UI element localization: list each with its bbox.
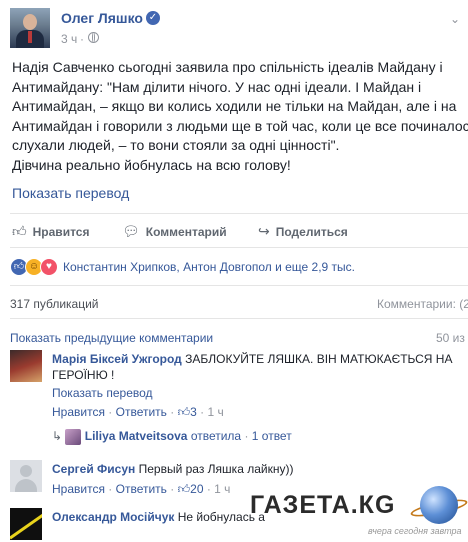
comment: Олександр Мосійчук Не йобнулась а bbox=[52, 509, 272, 525]
comment: Марія Біксей Ужгород ЗАБЛОКУЙТЕ ЛЯШКА. В… bbox=[52, 351, 462, 383]
like-button-label: Нравится bbox=[32, 224, 90, 239]
share-button-label: Поделиться bbox=[275, 224, 348, 239]
divider bbox=[10, 213, 468, 214]
comment-time[interactable]: 1 ч bbox=[214, 482, 230, 496]
separator-dot: · bbox=[80, 32, 84, 46]
commenter-avatar[interactable] bbox=[10, 350, 42, 382]
chevron-down-icon[interactable]: ⌄ bbox=[450, 12, 460, 26]
author-avatar[interactable] bbox=[10, 8, 50, 48]
share-button[interactable]: ↪ Поделиться bbox=[258, 223, 348, 240]
comment-button[interactable]: 💬︎ Комментарий bbox=[122, 223, 227, 240]
comment-like-count[interactable]: 20 bbox=[190, 482, 203, 496]
comment-meta: Нравится · Ответить · 👍︎3 · 1 ч bbox=[52, 405, 224, 419]
love-reaction-icon: ♥ bbox=[40, 258, 58, 276]
comment: Сергей Фисун Первый раз Ляшка лайкну)) bbox=[52, 461, 462, 477]
divider bbox=[10, 247, 468, 248]
speech-bubble-icon: 💬︎ bbox=[122, 223, 140, 239]
verified-checkmark-icon: ✓ bbox=[146, 11, 160, 25]
comment-time[interactable]: 1 ч bbox=[208, 405, 224, 419]
thumbs-up-icon: 👍︎ bbox=[177, 405, 191, 419]
comment-button-label: Комментарий bbox=[145, 224, 227, 239]
reactions-summary[interactable]: Константин Хрипков, Антон Довгопол и еще… bbox=[63, 260, 355, 274]
globe-logo-icon bbox=[420, 486, 458, 524]
comment-like-link[interactable]: Нравится bbox=[52, 482, 105, 496]
comment-translate-link[interactable]: Показать перевод bbox=[52, 386, 153, 400]
show-previous-comments-link[interactable]: Показать предыдущие комментарии bbox=[10, 331, 213, 345]
post-timestamp[interactable]: 3 ч bbox=[61, 32, 77, 46]
divider bbox=[10, 285, 468, 286]
reply-author[interactable]: Liliya Matveitsova bbox=[85, 429, 188, 443]
divider bbox=[10, 318, 468, 319]
post-text: Надія Савченко сьогодні заявила про спіл… bbox=[12, 59, 468, 173]
watermark-tagline: вчера сегодня завтра bbox=[368, 526, 462, 536]
globe-icon[interactable] bbox=[88, 32, 99, 43]
reply-summary[interactable]: ↳ Liliya Matveitsova ответила · 1 ответ bbox=[52, 429, 292, 445]
comments-shown-count: 50 из bbox=[436, 331, 465, 345]
thumbs-up-icon: 👍︎ bbox=[12, 223, 27, 239]
comment-like-count[interactable]: 3 bbox=[190, 405, 197, 419]
comment-text: Первый раз Ляшка лайкну)) bbox=[138, 462, 294, 476]
comment-author[interactable]: Марія Біксей Ужгород bbox=[52, 352, 182, 366]
publications-count[interactable]: 317 публикаций bbox=[10, 297, 99, 311]
comment-like-link[interactable]: Нравится bbox=[52, 405, 105, 419]
comment-meta: Нравится · Ответить · 👍︎20 · 1 ч bbox=[52, 482, 231, 496]
post-author-name[interactable]: Олег Ляшко bbox=[61, 10, 143, 26]
reply-avatar bbox=[65, 429, 82, 445]
show-translation-link[interactable]: Показать перевод bbox=[12, 185, 129, 201]
like-button[interactable]: 👍︎ Нравится bbox=[12, 223, 89, 240]
reply-count[interactable]: 1 ответ bbox=[252, 429, 292, 443]
thumbs-up-icon: 👍︎ bbox=[177, 482, 191, 496]
commenter-avatar[interactable] bbox=[10, 460, 42, 492]
watermark-logo: ГАЗЕТА.КG bbox=[250, 491, 396, 519]
comment-author[interactable]: Сергей Фисун bbox=[52, 462, 135, 476]
comments-count[interactable]: Комментарии: (2 bbox=[377, 297, 468, 311]
reply-arrow-icon: ↳ bbox=[52, 429, 63, 444]
reaction-icons[interactable]: 👍︎ ☺ ♥ bbox=[10, 258, 58, 276]
comment-reply-link[interactable]: Ответить bbox=[116, 482, 167, 496]
share-arrow-icon: ↪ bbox=[258, 223, 270, 239]
reply-action: ответила bbox=[190, 429, 242, 444]
commenter-avatar[interactable] bbox=[10, 508, 42, 540]
comment-author[interactable]: Олександр Мосійчук bbox=[52, 510, 174, 524]
comment-reply-link[interactable]: Ответить bbox=[116, 405, 167, 419]
